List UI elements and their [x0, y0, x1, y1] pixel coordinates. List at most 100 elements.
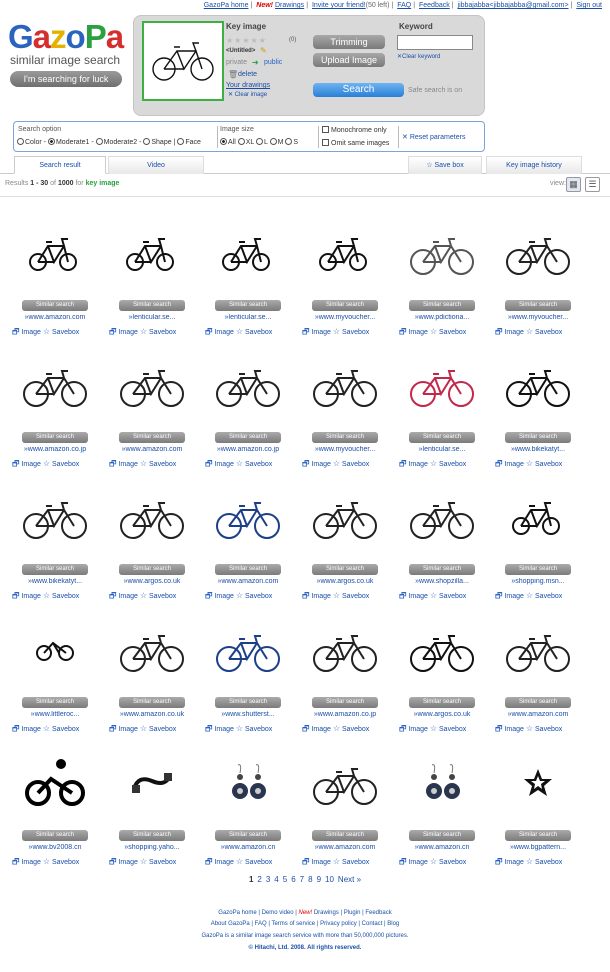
similar-search-button[interactable]: Similar search	[312, 564, 378, 575]
similar-search-button[interactable]: Similar search	[505, 432, 571, 443]
page-link[interactable]: 5	[283, 875, 287, 884]
page-link[interactable]: 1	[249, 875, 253, 884]
savebox-link[interactable]: ☆ Savebox	[43, 724, 79, 733]
similar-search-button[interactable]: Similar search	[505, 830, 571, 841]
home-link[interactable]: GazoPa home	[204, 2, 249, 9]
image-link[interactable]: 🗗 Image	[495, 591, 524, 600]
radio-size-xl[interactable]: XL	[237, 138, 254, 146]
source-link[interactable]: »www.argos.co.uk	[300, 578, 390, 585]
result-thumbnail[interactable]	[402, 352, 482, 420]
result-thumbnail[interactable]	[305, 352, 385, 420]
image-link[interactable]: 🗗 Image	[12, 327, 41, 336]
result-thumbnail[interactable]	[15, 750, 95, 818]
image-link[interactable]: 🗗 Image	[109, 459, 138, 468]
radio-size-all[interactable]: All	[220, 138, 236, 146]
keyword-input[interactable]	[397, 35, 473, 50]
tab-video[interactable]: Video	[108, 156, 204, 174]
source-link[interactable]: »www.amazon.co.uk	[107, 711, 197, 718]
page-link[interactable]: 9	[317, 875, 321, 884]
result-thumbnail[interactable]	[15, 220, 95, 288]
public-option[interactable]: public	[264, 59, 282, 66]
pencil-icon[interactable]: ✎	[260, 46, 267, 55]
similar-search-button[interactable]: Similar search	[22, 432, 88, 443]
savebox-link[interactable]: ☆ Savebox	[333, 857, 369, 866]
savebox-link[interactable]: ☆ Savebox	[43, 591, 79, 600]
savebox-link[interactable]: ☆ Savebox	[526, 459, 562, 468]
source-link[interactable]: »lenticular.se...	[107, 314, 197, 321]
source-link[interactable]: »www.amazon.com	[10, 314, 100, 321]
source-link[interactable]: »www.bikekatyt...	[493, 446, 583, 453]
feedback-link[interactable]: Feedback	[419, 2, 450, 9]
page-link[interactable]: 7	[300, 875, 304, 884]
image-link[interactable]: 🗗 Image	[302, 459, 331, 468]
footer-about-link[interactable]: About GazoPa	[211, 921, 250, 927]
delete-link[interactable]: delete	[238, 71, 257, 78]
your-drawings-link[interactable]: Your drawings	[226, 82, 270, 89]
savebox-link[interactable]: ☆ Savebox	[236, 857, 272, 866]
signout-link[interactable]: Sign out	[576, 2, 602, 9]
footer-drawings-link[interactable]: Drawings	[314, 910, 339, 916]
result-thumbnail[interactable]	[112, 352, 192, 420]
page-link[interactable]: 6	[291, 875, 295, 884]
result-thumbnail[interactable]	[112, 220, 192, 288]
savebox-link[interactable]: ☆ Savebox	[430, 857, 466, 866]
result-thumbnail[interactable]	[15, 617, 95, 685]
footer-home-link[interactable]: GazoPa home	[218, 910, 256, 916]
result-thumbnail[interactable]	[112, 750, 192, 818]
radio-size-s[interactable]: S	[285, 138, 298, 146]
source-link[interactable]: »lenticular.se...	[397, 446, 487, 453]
savebox-link[interactable]: ☆ Savebox	[236, 591, 272, 600]
source-link[interactable]: »www.amazon.cn	[397, 844, 487, 851]
similar-search-button[interactable]: Similar search	[119, 830, 185, 841]
result-thumbnail[interactable]	[498, 352, 578, 420]
result-thumbnail[interactable]	[402, 750, 482, 818]
image-link[interactable]: 🗗 Image	[399, 857, 428, 866]
image-link[interactable]: 🗗 Image	[109, 591, 138, 600]
similar-search-button[interactable]: Similar search	[22, 830, 88, 841]
image-link[interactable]: 🗗 Image	[109, 857, 138, 866]
similar-search-button[interactable]: Similar search	[22, 300, 88, 311]
savebox-link[interactable]: ☆ Savebox	[140, 591, 176, 600]
source-link[interactable]: »www.littleroc...	[10, 711, 100, 718]
source-link[interactable]: »www.amazon.com	[493, 711, 583, 718]
similar-search-button[interactable]: Similar search	[215, 564, 281, 575]
next-page-link[interactable]: Next »	[338, 875, 361, 884]
savebox-link[interactable]: ☆ Savebox	[333, 327, 369, 336]
rating-stars[interactable]: ★★★★★	[226, 36, 267, 45]
similar-search-button[interactable]: Similar search	[505, 300, 571, 311]
radio-color[interactable]: Color	[17, 138, 42, 146]
source-link[interactable]: »shopping.yaho...	[107, 844, 197, 851]
source-link[interactable]: »www.bv2008.cn	[10, 844, 100, 851]
source-link[interactable]: »www.myvoucher...	[493, 314, 583, 321]
similar-search-button[interactable]: Similar search	[312, 432, 378, 443]
footer-blog-link[interactable]: Blog	[387, 921, 399, 927]
savebox-link[interactable]: ☆ Savebox	[140, 327, 176, 336]
result-thumbnail[interactable]	[15, 484, 95, 552]
image-link[interactable]: 🗗 Image	[205, 857, 234, 866]
result-thumbnail[interactable]	[15, 352, 95, 420]
omit-same-checkbox[interactable]: Omit same images	[322, 139, 389, 147]
result-thumbnail[interactable]	[305, 220, 385, 288]
savebox-link[interactable]: ☆ Savebox	[333, 724, 369, 733]
clear-keyword-link[interactable]: ✕Clear keyword	[397, 53, 440, 60]
reset-parameters-link[interactable]: ✕ Reset parameters	[402, 133, 465, 141]
image-link[interactable]: 🗗 Image	[495, 327, 524, 336]
source-link[interactable]: »www.argos.co.uk	[107, 578, 197, 585]
savebox-link[interactable]: ☆ Savebox	[140, 857, 176, 866]
similar-search-button[interactable]: Similar search	[505, 697, 571, 708]
similar-search-button[interactable]: Similar search	[409, 300, 475, 311]
savebox-link[interactable]: ☆ Savebox	[430, 327, 466, 336]
result-thumbnail[interactable]	[498, 617, 578, 685]
footer-terms-link[interactable]: Terms of service	[271, 921, 315, 927]
page-link[interactable]: 2	[257, 875, 261, 884]
gazopa-logo[interactable]: GazoPa	[8, 20, 124, 54]
result-thumbnail[interactable]	[498, 220, 578, 288]
result-thumbnail[interactable]	[305, 617, 385, 685]
savebox-link[interactable]: ☆ Savebox	[430, 724, 466, 733]
savebox-link[interactable]: ☆ Savebox	[140, 724, 176, 733]
image-link[interactable]: 🗗 Image	[302, 327, 331, 336]
savebox-link[interactable]: ☆ Savebox	[430, 591, 466, 600]
image-link[interactable]: 🗗 Image	[12, 857, 41, 866]
savebox-link[interactable]: ☆ Savebox	[236, 327, 272, 336]
source-link[interactable]: »www.amazon.co.jp	[300, 711, 390, 718]
